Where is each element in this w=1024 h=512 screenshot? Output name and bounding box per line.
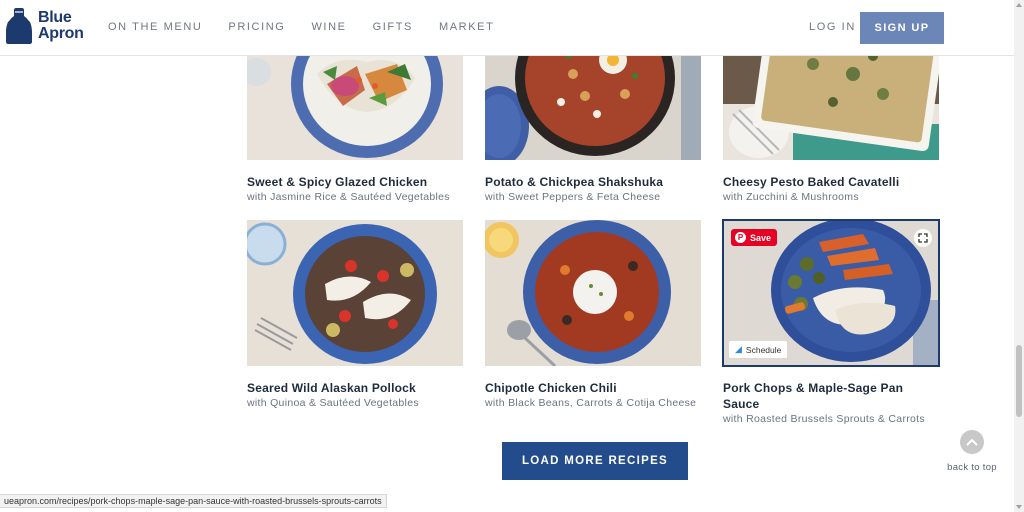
schedule-label: Schedule [745,344,782,355]
recipe-card[interactable]: Chipotle Chicken Chili with Black Beans,… [485,220,701,410]
schedule-button[interactable]: ◢ Schedule [729,341,788,358]
nav-gifts[interactable]: GIFTS [373,21,413,33]
scrollbar-thumb[interactable] [1016,345,1022,417]
buffer-icon: ◢ [735,344,742,354]
recipe-subtitle: with Jasmine Rice & Sautéed Vegetables [247,191,450,203]
recipe-image[interactable] [247,220,463,366]
recipe-image[interactable] [485,220,701,366]
recipe-image[interactable]: P Save ◢ Schedule [722,219,940,367]
recipe-title[interactable]: Cheesy Pesto Baked Cavatelli [723,174,939,190]
pinterest-icon: P [735,232,746,243]
recipe-subtitle: with Sweet Peppers & Feta Cheese [485,191,661,203]
nav-wine[interactable]: WINE [311,21,346,33]
signup-button[interactable]: SIGN UP [860,12,944,44]
chevron-up-icon [960,430,984,454]
recipe-card[interactable]: P Save ◢ Schedule Pork Chops & Maple-Sag… [722,219,940,426]
main-nav: ON THE MENU PRICING WINE GIFTS MARKET [108,21,520,33]
recipe-subtitle: with Quinoa & Sautéed Vegetables [247,397,419,409]
brand-name-line1: Blue [38,9,72,26]
recipe-title[interactable]: Sweet & Spicy Glazed Chicken [247,174,463,190]
scroll-up-arrow-icon[interactable] [1016,3,1022,7]
recipe-subtitle: with Black Beans, Carrots & Cotija Chees… [485,397,697,409]
recipe-subtitle: with Zucchini & Mushrooms [723,191,859,203]
brand-name-line2: Apron [38,25,84,42]
nav-on-the-menu[interactable]: ON THE MENU [108,21,202,33]
recipe-title[interactable]: Potato & Chickpea Shakshuka [485,174,701,190]
pinterest-save-button[interactable]: P Save [731,229,778,246]
brand-logo[interactable]: Blue Apron [6,8,84,44]
browser-status-bar: ueapron.com/recipes/pork-chops-maple-sag… [0,494,387,508]
recipe-title[interactable]: Chipotle Chicken Chili [485,380,701,396]
back-to-top-button[interactable]: back to top [940,430,1004,473]
recipe-title[interactable]: Seared Wild Alaskan Pollock [247,380,463,396]
login-link[interactable]: LOG IN [809,21,856,33]
site-header: Blue Apron ON THE MENU PRICING WINE GIFT… [0,0,1014,56]
nav-market[interactable]: MARKET [439,21,494,33]
load-more-button[interactable]: LOAD MORE RECIPES [502,442,688,480]
nav-pricing[interactable]: PRICING [228,21,285,33]
vertical-scrollbar[interactable] [1014,0,1024,512]
brand-wordmark: Blue Apron [38,10,84,42]
recipe-title[interactable]: Pork Chops & Maple-Sage Pan Sauce [723,380,939,412]
back-to-top-label: back to top [947,462,997,473]
apron-logo-icon [6,8,32,44]
recipe-card[interactable]: Seared Wild Alaskan Pollock with Quinoa … [247,220,463,410]
scroll-down-arrow-icon[interactable] [1016,505,1022,509]
save-label: Save [750,232,772,243]
page: Blue Apron ON THE MENU PRICING WINE GIFT… [0,0,1024,512]
expand-icon[interactable] [914,229,932,247]
recipe-subtitle: with Roasted Brussels Sprouts & Carrots [723,413,925,425]
